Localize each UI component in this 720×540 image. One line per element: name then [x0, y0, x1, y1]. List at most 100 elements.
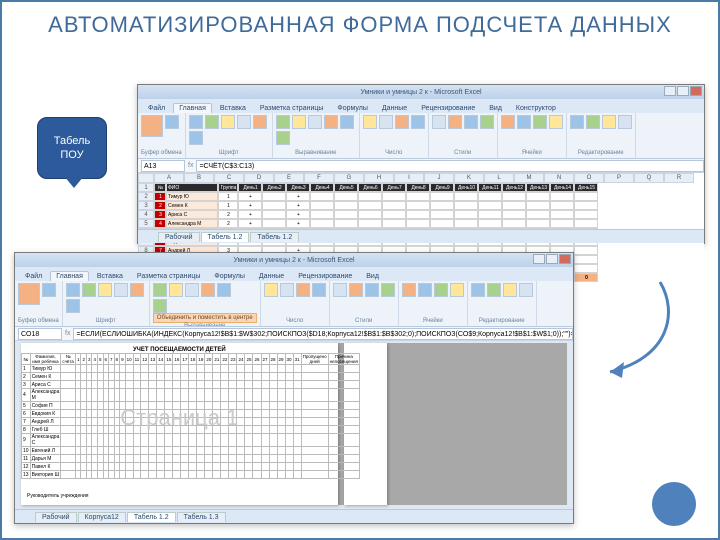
cell[interactable]: Ариса С	[166, 210, 218, 219]
ribbon-tab[interactable]: Вставка	[214, 103, 252, 113]
ribbon-button[interactable]	[501, 115, 515, 129]
cell[interactable]: 2	[154, 201, 166, 210]
col-header[interactable]: M	[514, 173, 544, 183]
cell[interactable]: Семен К	[166, 201, 218, 210]
ribbon-tab[interactable]: Конструктор	[510, 103, 562, 113]
ribbon-button[interactable]	[432, 115, 446, 129]
ribbon-button[interactable]	[42, 283, 56, 297]
ribbon-button[interactable]	[381, 283, 395, 297]
cell[interactable]: 1	[218, 201, 238, 210]
ribbon-button[interactable]	[450, 283, 464, 297]
ribbon-button[interactable]	[464, 115, 478, 129]
formula-input[interactable]: =СЧЁТ(C$3:C13)	[196, 160, 704, 172]
ribbon-button[interactable]	[340, 115, 354, 129]
ribbon-tab[interactable]: Рецензирование	[292, 271, 358, 281]
ribbon-button[interactable]	[487, 283, 501, 297]
ribbon-button[interactable]	[365, 283, 379, 297]
col-header[interactable]: B	[184, 173, 214, 183]
sheet-tab[interactable]: Табель 1.2	[127, 512, 176, 522]
col-header[interactable]: E	[274, 173, 304, 183]
ribbon-tab[interactable]: Главная	[50, 271, 89, 281]
ribbon-button[interactable]	[411, 115, 425, 129]
ribbon-tab[interactable]: Главная	[173, 103, 212, 113]
ribbon-button[interactable]	[98, 283, 112, 297]
ribbon-button[interactable]	[82, 283, 96, 297]
ribbon-tab[interactable]: Вид	[483, 103, 508, 113]
fx-icon[interactable]: fx	[65, 330, 70, 337]
ribbon-button[interactable]	[201, 283, 215, 297]
cell[interactable]: 4	[154, 219, 166, 228]
ribbon-button[interactable]	[586, 115, 600, 129]
col-header[interactable]: R	[664, 173, 694, 183]
ribbon-button[interactable]	[276, 115, 290, 129]
ribbon-tab[interactable]: Разметка страницы	[131, 271, 207, 281]
ribbon-button[interactable]	[363, 115, 377, 129]
ribbon-button[interactable]	[503, 283, 517, 297]
sheet-tab[interactable]: Табель 1.2	[250, 232, 299, 242]
cell[interactable]: Александра М	[166, 219, 218, 228]
ribbon-button[interactable]	[517, 115, 531, 129]
ribbon-button[interactable]	[114, 283, 128, 297]
min-btn[interactable]	[533, 254, 545, 264]
cell[interactable]: 2	[218, 219, 238, 228]
col-header[interactable]: L	[484, 173, 514, 183]
ribbon-button[interactable]	[66, 283, 80, 297]
ribbon-button[interactable]	[185, 283, 199, 297]
col-header[interactable]: A	[154, 173, 184, 183]
ribbon-button[interactable]	[189, 115, 203, 129]
ribbon-button[interactable]	[333, 283, 347, 297]
fx-icon[interactable]: fx	[188, 162, 193, 169]
ribbon-tab[interactable]: Формулы	[331, 103, 373, 113]
name-box[interactable]: A13	[141, 160, 185, 172]
cell[interactable]: 1	[154, 192, 166, 201]
ribbon-button[interactable]	[308, 115, 322, 129]
ribbon-button[interactable]	[418, 283, 432, 297]
merge-center-button[interactable]: Объединить и поместить в центре	[153, 313, 257, 323]
ribbon-tab[interactable]: Рецензирование	[415, 103, 481, 113]
ribbon-button[interactable]	[618, 115, 632, 129]
ribbon-button[interactable]	[264, 283, 278, 297]
min-btn[interactable]	[664, 86, 676, 96]
sheet-tab[interactable]: Табель 1.3	[177, 512, 226, 522]
col-header[interactable]: F	[304, 173, 334, 183]
ribbon-button[interactable]	[549, 115, 563, 129]
col-header[interactable]: G	[334, 173, 364, 183]
formula-input[interactable]: =ЕСЛИ(ЕСЛИОШИБКА(ИНДЕКС(Корпуса12!$B$1:$…	[73, 328, 573, 340]
ribbon-button[interactable]	[312, 283, 326, 297]
ribbon-button[interactable]	[276, 131, 290, 145]
col-header[interactable]: D	[244, 173, 274, 183]
ribbon-button[interactable]	[471, 283, 485, 297]
max-btn[interactable]	[546, 254, 558, 264]
ribbon-button[interactable]	[395, 115, 409, 129]
sheet-tab[interactable]: Рабочий	[158, 232, 200, 242]
ribbon-button[interactable]	[570, 115, 584, 129]
ribbon-button[interactable]	[221, 115, 235, 129]
ribbon-button[interactable]	[169, 283, 183, 297]
ribbon-button[interactable]	[602, 115, 616, 129]
ribbon-button[interactable]	[280, 283, 294, 297]
ribbon-button[interactable]	[130, 283, 144, 297]
ribbon-tab[interactable]: Данные	[253, 271, 290, 281]
max-btn[interactable]	[677, 86, 689, 96]
col-header[interactable]: Q	[634, 173, 664, 183]
ribbon-button[interactable]	[349, 283, 363, 297]
ribbon-button[interactable]	[519, 283, 533, 297]
cell[interactable]: 2	[218, 210, 238, 219]
ribbon-button[interactable]	[237, 115, 251, 129]
ribbon-button[interactable]	[141, 115, 163, 137]
ribbon-button[interactable]	[434, 283, 448, 297]
ribbon-button[interactable]	[205, 115, 219, 129]
sheet-tab[interactable]: Табель 1.2	[201, 232, 250, 242]
worksheet-page[interactable]: УЧЕТ ПОСЕЩАЕМОСТИ ДЕТЕЙ №Фамилия, имя ре…	[21, 343, 338, 505]
ribbon-button[interactable]	[66, 299, 80, 313]
col-header[interactable]: N	[544, 173, 574, 183]
ribbon-tab[interactable]: Формулы	[208, 271, 250, 281]
ribbon-button[interactable]	[292, 115, 306, 129]
cell[interactable]: Тимур Ю	[166, 192, 218, 201]
sheet-tab[interactable]: Рабочий	[35, 512, 77, 522]
ribbon-tab[interactable]: Файл	[19, 271, 48, 281]
ribbon-button[interactable]	[189, 131, 203, 145]
col-header[interactable]: J	[424, 173, 454, 183]
col-header[interactable]: C	[214, 173, 244, 183]
ribbon-tab[interactable]: Данные	[376, 103, 413, 113]
